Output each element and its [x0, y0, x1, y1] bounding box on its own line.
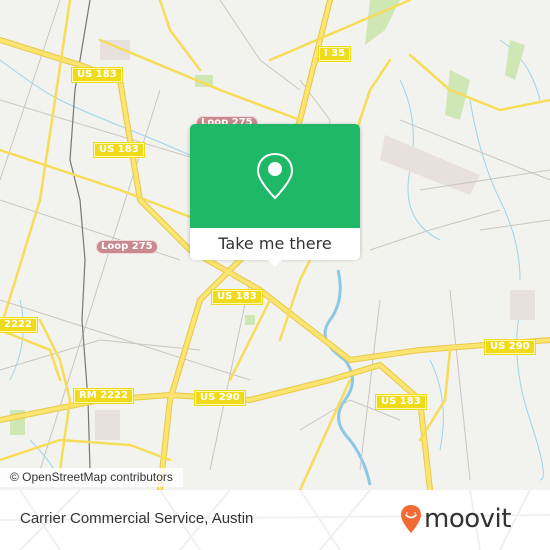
location-popup[interactable]: Take me there	[190, 124, 360, 267]
moovit-logo[interactable]: moovit	[400, 504, 511, 534]
route-shield-loop-275: Loop 275	[96, 240, 158, 254]
route-shield-us-183: US 183	[375, 394, 427, 410]
route-shield-us-183: US 183	[211, 289, 263, 305]
route-shield-i-35: I 35	[318, 46, 352, 62]
route-shield-rm-2222: 2222	[0, 317, 38, 333]
map-view[interactable]: US 183 US 183 Loop 275 Loop 275 I 35 US …	[0, 0, 550, 490]
footer-bar: Carrier Commercial Service, Austin moovi…	[0, 490, 550, 550]
map-pin-icon	[256, 152, 294, 200]
map-attribution[interactable]: © OpenStreetMap contributors	[0, 468, 183, 487]
moovit-wordmark: moovit	[424, 504, 511, 534]
popup-pointer	[266, 258, 284, 267]
route-shield-us-290: US 290	[194, 390, 246, 406]
moovit-pin-icon	[401, 505, 421, 533]
route-shield-rm-2222: RM 2222	[73, 388, 134, 404]
route-shield-us-183: US 183	[93, 142, 145, 158]
take-me-there-button[interactable]: Take me there	[190, 228, 360, 260]
place-name: Carrier Commercial Service, Austin	[20, 510, 254, 527]
route-shield-us-290: US 290	[484, 339, 536, 355]
popup-header	[190, 124, 360, 228]
route-shield-us-183: US 183	[71, 67, 123, 83]
